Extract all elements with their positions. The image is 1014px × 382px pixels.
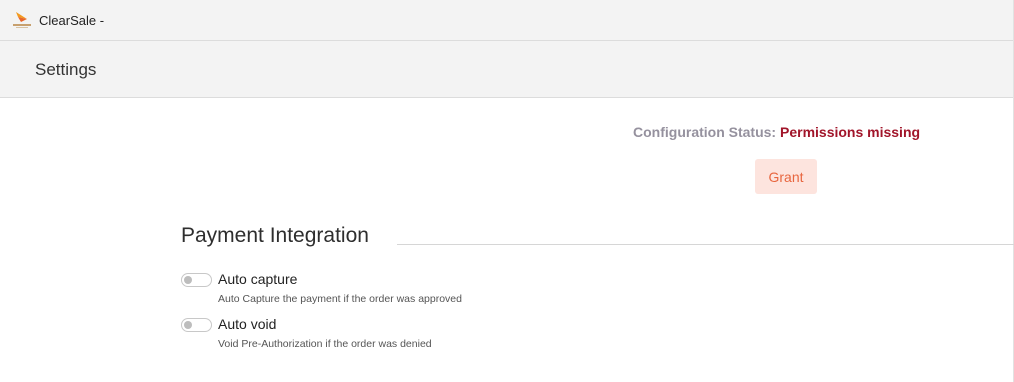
auto-capture-toggle[interactable] bbox=[181, 273, 212, 287]
section-title-payment-integration: Payment Integration bbox=[181, 224, 369, 247]
configuration-status: Configuration Status: Permissions missin… bbox=[633, 124, 920, 140]
status-value: Permissions missing bbox=[780, 124, 921, 140]
app-header: ClearSale - bbox=[0, 0, 1014, 41]
auto-void-label: Auto void bbox=[218, 316, 277, 332]
auto-void-description: Void Pre-Authorization if the order was … bbox=[218, 338, 432, 350]
status-label: Configuration Status: bbox=[633, 124, 777, 140]
grant-button[interactable]: Grant bbox=[755, 159, 817, 194]
toggle-knob bbox=[184, 321, 192, 329]
auto-capture-label: Auto capture bbox=[218, 271, 298, 287]
auto-capture-description: Auto Capture the payment if the order wa… bbox=[218, 293, 462, 305]
page-title: Settings bbox=[35, 60, 97, 79]
section-divider bbox=[397, 244, 1014, 245]
clearsale-logo-icon bbox=[12, 10, 32, 30]
toggle-knob bbox=[184, 276, 192, 284]
page-header: Settings bbox=[0, 41, 1014, 98]
auto-void-toggle[interactable] bbox=[181, 318, 212, 332]
app-title: ClearSale - bbox=[39, 13, 105, 28]
